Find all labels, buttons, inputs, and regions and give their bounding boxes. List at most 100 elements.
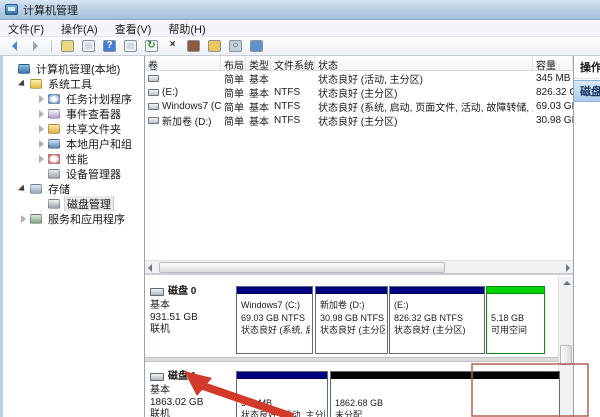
volume-row[interactable]: (E:) 简单基本 NTFS 状态良好 (主分区) 826.32 GB [145, 85, 573, 100]
partition-status: 状态良好 (主分区) [394, 325, 466, 335]
cell-volume: Windows7 (C:) [145, 101, 221, 112]
toolbar-back-icon[interactable] [6, 38, 23, 54]
toolbar-help-icon[interactable]: ? [101, 38, 118, 54]
cell-text: NTFS [274, 100, 301, 112]
tree-item-performance[interactable]: 性能 [3, 151, 144, 166]
disk-label-0[interactable]: 磁盘 0 基本 931.51 GB 联机 [150, 286, 230, 354]
toolbar-console-help-icon[interactable] [248, 38, 265, 54]
partition-color-bar [331, 372, 559, 379]
toolbar-open-folder-icon[interactable] [206, 38, 223, 54]
collapsed-expander-icon[interactable] [37, 94, 47, 104]
collapsed-expander-icon[interactable] [19, 214, 29, 224]
partition-text: 1862.68 GB 未分配 [331, 379, 559, 417]
show-console-tree-icon [82, 40, 95, 52]
column-header-status[interactable]: 状态 [315, 56, 533, 70]
toolbar-find-icon[interactable]: ○ [227, 38, 244, 54]
show-action-pane-icon [124, 40, 137, 52]
tree-item-shared-folders[interactable]: 共享文件夹 [3, 121, 144, 136]
partition-color-bar [390, 287, 484, 294]
disk-1-partition-0[interactable]: 345 MB 状态良好 (活动, 主分区) [236, 371, 328, 417]
vertical-scroll-thumb[interactable] [560, 345, 572, 365]
tree-item-disk-management[interactable]: 磁盘管理 [3, 196, 144, 211]
menu-item-view[interactable]: 查看(V) [115, 21, 152, 37]
toolbar-refresh-icon[interactable]: ↻ [143, 38, 160, 54]
partition-size: 5.18 GB [491, 312, 525, 323]
tree-item-task-scheduler[interactable]: 任务计划程序 [3, 91, 144, 106]
cell-capacity: 69.03 GB [533, 101, 573, 112]
toolbar-show-action-pane-icon[interactable] [122, 38, 139, 54]
window-title: 计算机管理 [23, 4, 78, 17]
collapsed-expander-icon[interactable] [37, 124, 47, 134]
volume-icon [148, 88, 159, 96]
disk-management-icon [48, 198, 60, 209]
partition-status: 状态良好 (主分区) [320, 325, 385, 335]
volume-row[interactable]: 新加卷 (D:) 简单基本 NTFS 状态良好 (主分区) 30.98 GB [145, 113, 573, 128]
tree-item-system-tools[interactable]: 系统工具 [3, 76, 144, 91]
toolbar-delete-icon[interactable]: × [164, 38, 181, 54]
disk-0-partition-1[interactable]: 新加卷 (D:) 30.98 GB NTFS 状态良好 (主分区) [315, 286, 388, 354]
cell-status: 状态良好 (系统, 启动, 页面文件, 活动, 故障转储, 主分区) [315, 99, 533, 114]
export-list-icon [61, 40, 74, 52]
menu-item-action[interactable]: 操作(A) [61, 21, 98, 37]
title-bar[interactable]: 计算机管理 [0, 0, 600, 20]
collapsed-expander-icon[interactable] [37, 109, 47, 119]
disk-label-1[interactable]: 磁盘 1 基本 1863.02 GB 联机 [150, 371, 230, 417]
tree-item-event-viewer[interactable]: 事件查看器 [3, 106, 144, 121]
column-header-layout[interactable]: 布局 [221, 56, 246, 70]
vertical-scrollbar[interactable] [558, 277, 573, 417]
expanded-expander-icon[interactable] [19, 184, 29, 194]
tree-item-computer-management-root[interactable]: 计算机管理(本地) [3, 61, 144, 76]
disk-1-partition-1[interactable]: 1862.68 GB 未分配 [330, 371, 560, 417]
cell-text: 基本 [249, 102, 269, 114]
cell-type: 基本 [246, 113, 271, 128]
menu-item-help[interactable]: 帮助(H) [168, 21, 205, 37]
toolbar-properties-icon[interactable] [185, 38, 202, 54]
horizontal-scroll-thumb[interactable] [159, 262, 445, 273]
cell-text: 简单 [224, 116, 244, 128]
toolbar-forward-icon[interactable] [27, 38, 44, 54]
disk-0-partition-0[interactable]: Windows7 (C:) 69.03 GB NTFS 状态良好 (系统, 启动, … [236, 286, 313, 354]
volume-row[interactable]: Windows7 (C:)简单基本 NTFS 状态良好 (系统, 启动, 页面文件,… [145, 99, 573, 114]
toolbar-export-list-icon[interactable] [59, 38, 76, 54]
toolbar-show-console-tree-icon[interactable] [80, 38, 97, 54]
partition-status: 未分配 [335, 410, 363, 417]
cell-volume [145, 74, 221, 82]
no-expander [7, 64, 17, 74]
action-pane-disk-management-item[interactable]: 磁盘管理 [574, 80, 600, 102]
partition-text: (E:) 826.32 GB NTFS 状态良好 (主分区) [390, 294, 484, 337]
storage-icon [30, 183, 42, 194]
column-header-fs[interactable]: 文件系统 [271, 56, 315, 70]
column-header-volume[interactable]: 卷 [145, 56, 221, 70]
disk-0-partition-2[interactable]: (E:) 826.32 GB NTFS 状态良好 (主分区) [389, 286, 485, 354]
cell-layout: 简单 [221, 71, 246, 86]
partition-status: 状态良好 (系统, 启动, 页面文件, 活动, 故障转储, 主分区) [241, 325, 310, 335]
disk-name: 磁盘 1 [150, 371, 230, 383]
tree-item-label: 性能 [66, 153, 88, 166]
scroll-up-arrow-icon[interactable] [563, 281, 571, 285]
scroll-left-arrow-icon[interactable] [148, 264, 152, 272]
disk-0-partition-3[interactable]: 5.18 GB 可用空间 [486, 286, 545, 354]
tree-item-services-applications[interactable]: 服务和应用程序 [3, 211, 144, 226]
horizontal-scrollbar[interactable] [145, 260, 573, 273]
column-header-capacity[interactable]: 容量 [533, 56, 573, 70]
collapsed-expander-icon[interactable] [37, 139, 47, 149]
tree-item-local-users-groups[interactable]: 本地用户和组 [3, 136, 144, 151]
cell-text: 状态良好 (系统, 启动, 页面文件, 活动, 故障转储, 主分区) [318, 102, 533, 114]
volume-row[interactable]: 简单 基本 状态良好 (活动, 主分区) 345 MB [145, 71, 573, 86]
scroll-right-arrow-icon[interactable] [566, 264, 570, 272]
tree-item-storage[interactable]: 存储 [3, 181, 144, 196]
column-header-type[interactable]: 类型 [246, 56, 271, 70]
console-tree: 计算机管理(本地) 系统工具 任务计划程序 事件查看器 共享文件夹 本地用户和组性能 设备管… [0, 56, 145, 417]
cell-type: 基本 [246, 99, 271, 114]
collapsed-expander-icon[interactable] [37, 154, 47, 164]
disk-size: 1863.02 GB [150, 397, 204, 408]
cell-text: 状态良好 (主分区) [318, 116, 398, 128]
disk-type: 基本 [150, 385, 170, 396]
menu-item-file[interactable]: 文件(F) [8, 21, 44, 37]
cell-text: 基本 [249, 116, 269, 128]
tree-item-device-manager[interactable]: 设备管理器 [3, 166, 144, 181]
disk-status: 联机 [150, 409, 170, 417]
partition-size: 345 MB [241, 397, 273, 408]
disk-name-label: 磁盘 0 [168, 286, 197, 297]
expanded-expander-icon[interactable] [19, 79, 29, 89]
